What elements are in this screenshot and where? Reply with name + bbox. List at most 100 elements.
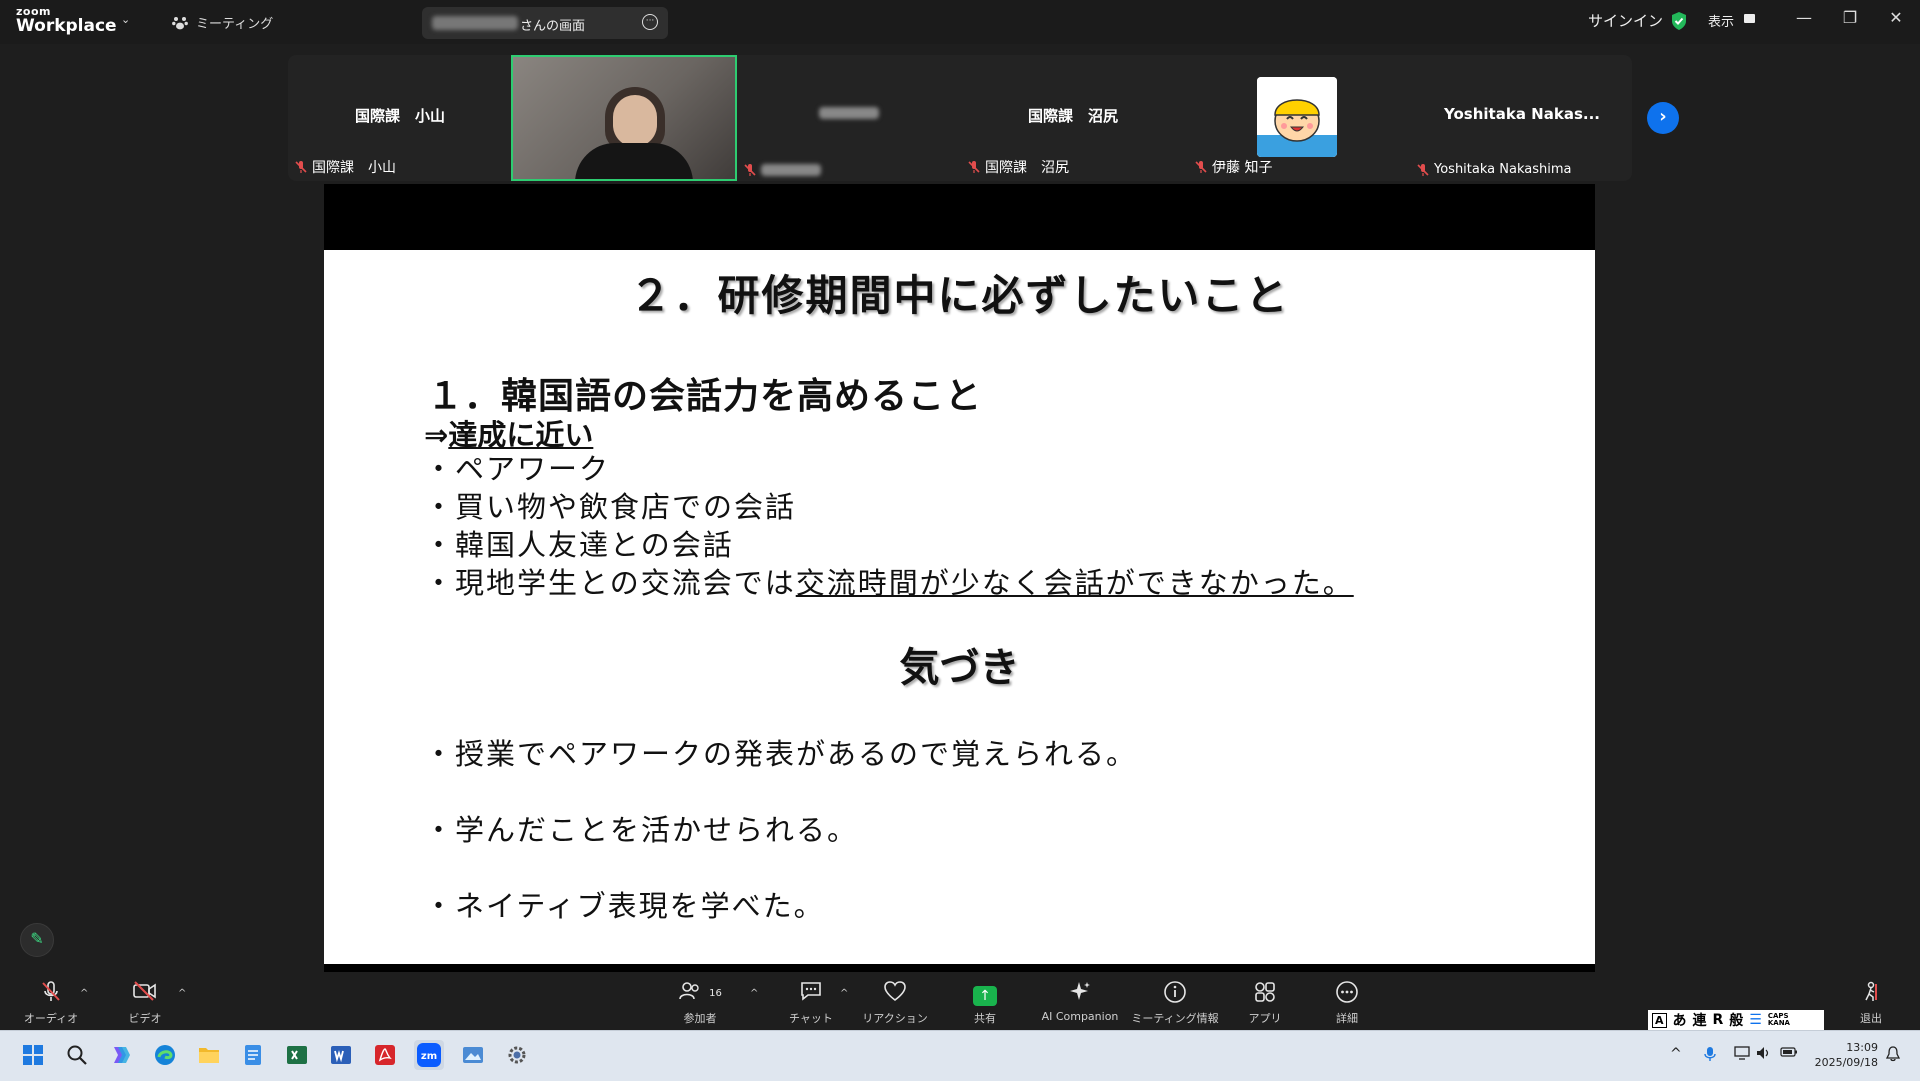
redacted-name — [761, 164, 821, 176]
acrobat-icon[interactable] — [370, 1040, 400, 1070]
participant-footer: 国際課 小山 — [294, 157, 396, 177]
audio-options-caret[interactable]: ^ — [80, 988, 88, 999]
leave-icon — [1826, 980, 1916, 1008]
next-page-button[interactable]: › — [1647, 102, 1679, 134]
participant-footer-name: 国際課 小山 — [312, 160, 396, 176]
slide-title: ２．研修期間中に必ずしたいこと — [629, 271, 1290, 320]
cartoon-avatar-icon — [1257, 77, 1337, 157]
volume-icon[interactable] — [1756, 1046, 1770, 1064]
participant-footer-name: Yoshitaka Nakashima — [1434, 162, 1572, 177]
info-icon — [1130, 980, 1220, 1008]
settings-gear-icon[interactable] — [502, 1040, 532, 1070]
more-label: 詳細 — [1336, 1012, 1358, 1025]
ime-mode-romaji[interactable]: R — [1713, 1012, 1724, 1028]
battery-icon[interactable] — [1780, 1046, 1798, 1062]
view-button[interactable]: 表示 — [1708, 11, 1734, 30]
word-icon[interactable] — [326, 1040, 356, 1070]
ime-input-icon[interactable]: A — [1652, 1012, 1667, 1028]
participant-tile[interactable]: Yoshitaka Nakas... Yoshitaka Nakashima — [1410, 55, 1634, 181]
video-options-caret[interactable]: ^ — [178, 988, 186, 999]
meeting-info-label: ミーティング情報 — [1131, 1012, 1219, 1025]
ime-list-icon[interactable]: ☰ — [1749, 1012, 1762, 1028]
zoom-logo[interactable]: zoom Workplace — [16, 6, 117, 35]
share-icon-wrap: ↑ — [940, 980, 1030, 1008]
notepad-icon[interactable] — [238, 1040, 268, 1070]
photos-app-icon[interactable] — [458, 1040, 488, 1070]
sparkle-icon — [1034, 980, 1126, 1008]
participants-label: 参加者 — [683, 1012, 717, 1025]
tray-expand-icon[interactable]: ^ — [1670, 1046, 1682, 1062]
ime-toolbar[interactable]: A あ 連 R 般 ☰ CAPS KANA — [1648, 1010, 1824, 1030]
video-button[interactable]: ビデオ — [100, 980, 190, 1026]
participant-tile[interactable]: 伊藤 知子 — [1188, 55, 1412, 181]
camera-off-icon — [100, 980, 190, 1008]
more-dots-icon — [1302, 980, 1392, 1008]
participant-tile[interactable] — [737, 55, 961, 181]
ime-mode-hiragana[interactable]: あ — [1673, 1010, 1687, 1030]
slide-top-band — [324, 184, 1595, 250]
tray-mic-icon[interactable] — [1704, 1046, 1716, 1066]
redacted-name — [432, 16, 518, 30]
slide-insight: ・授業でペアワークの発表があるので覚えられる。 — [424, 737, 1138, 771]
participants-count: 16 — [709, 988, 722, 999]
chat-label: チャット — [789, 1012, 833, 1025]
slide-bullet: ・買い物や飲食店での会話 — [424, 490, 797, 524]
edge-browser-icon[interactable] — [150, 1040, 180, 1070]
participants-icon: 16 — [655, 980, 745, 1008]
windows-start-icon[interactable] — [18, 1040, 48, 1070]
participants-button[interactable]: 16 参加者 — [655, 980, 745, 1026]
share-button[interactable]: ↑ 共有 — [940, 980, 1030, 1026]
shield-check-icon[interactable] — [1670, 11, 1688, 31]
ime-kana: KANA — [1767, 1019, 1790, 1027]
copilot-icon[interactable] — [105, 1040, 135, 1070]
bullet-plain-text: ・現地学生との交流会では — [424, 566, 796, 600]
search-icon[interactable] — [62, 1040, 92, 1070]
more-button[interactable]: 詳細 — [1302, 980, 1392, 1026]
participant-tile[interactable]: 国際課 沼尻 国際課 沼尻 — [961, 55, 1185, 181]
tab-meeting[interactable]: ミーティング — [172, 13, 273, 32]
close-icon[interactable]: ✕ — [1882, 8, 1910, 27]
mic-muted-icon — [968, 161, 980, 173]
mic-muted-icon — [295, 161, 307, 173]
chevron-down-icon[interactable]: ⌄ — [121, 13, 130, 26]
leave-button[interactable]: 退出 — [1826, 980, 1916, 1026]
ai-companion-button[interactable]: AI Companion — [1034, 980, 1126, 1023]
tab-shared-screen[interactable]: さんの画面 ··· — [422, 7, 668, 39]
chat-options-caret[interactable]: ^ — [840, 988, 848, 999]
file-explorer-icon[interactable] — [194, 1040, 224, 1070]
excel-icon[interactable] — [282, 1040, 312, 1070]
reactions-button[interactable]: リアクション — [850, 980, 940, 1026]
chat-button[interactable]: チャット — [766, 980, 856, 1026]
view-layout-icon[interactable] — [1744, 14, 1755, 23]
participant-footer-name: 国際課 沼尻 — [985, 160, 1069, 176]
minimize-icon[interactable]: — — [1790, 8, 1818, 27]
shared-screen-label: さんの画面 — [520, 19, 586, 34]
participant-name-hidden — [737, 105, 961, 123]
more-options-icon[interactable]: ··· — [642, 14, 658, 30]
restore-icon[interactable]: ❐ — [1836, 8, 1864, 27]
zoom-app-icon[interactable]: zm — [414, 1040, 444, 1070]
apps-button[interactable]: アプリ — [1220, 980, 1310, 1026]
notification-bell-icon[interactable] — [1885, 1046, 1901, 1066]
video-person-face — [613, 95, 657, 147]
network-icon[interactable] — [1734, 1046, 1750, 1064]
participant-tile[interactable]: 国際課 小山 国際課 小山 — [288, 55, 512, 181]
taskbar-clock[interactable]: 13:09 2025/09/18 — [1812, 1040, 1878, 1070]
apps-icon — [1220, 980, 1310, 1008]
participant-tile-active-speaker[interactable] — [511, 55, 737, 181]
logo-line2: Workplace — [16, 16, 117, 36]
ime-caps-kana: CAPS KANA — [1768, 1013, 1790, 1027]
ime-mode-dictionary[interactable]: 般 — [1729, 1010, 1743, 1030]
annotate-pencil-icon[interactable]: ✎ — [20, 923, 54, 957]
clock-date: 2025/09/18 — [1814, 1056, 1878, 1069]
participant-footer — [743, 163, 821, 177]
video-label: ビデオ — [128, 1012, 162, 1025]
audio-button[interactable]: オーディオ — [6, 980, 96, 1026]
ime-mode-conversion[interactable]: 連 — [1693, 1010, 1707, 1030]
participant-footer: 国際課 沼尻 — [967, 157, 1069, 177]
slide-bottom-band — [324, 964, 1595, 972]
clock-time: 13:09 — [1846, 1041, 1878, 1054]
meeting-info-button[interactable]: ミーティング情報 — [1130, 980, 1220, 1026]
signin-button[interactable]: サインイン — [1588, 10, 1663, 31]
participants-options-caret[interactable]: ^ — [750, 988, 758, 999]
